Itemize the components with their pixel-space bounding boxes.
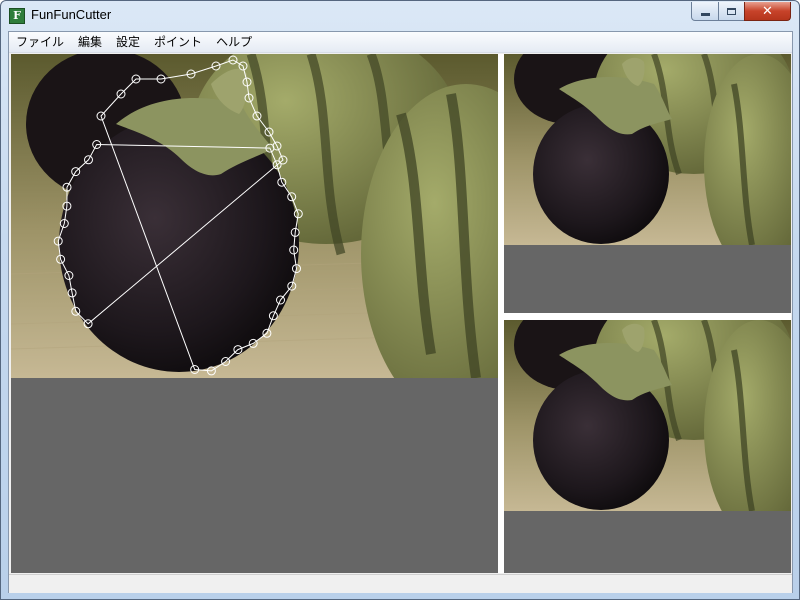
preview-pane-bottom: [504, 320, 791, 573]
minimize-button[interactable]: [691, 2, 719, 21]
preview-photo-top: [504, 54, 791, 245]
menu-edit[interactable]: 編集: [71, 32, 109, 52]
app-icon[interactable]: F: [9, 8, 25, 24]
title-bar[interactable]: F FunFunCutter ✕: [1, 1, 799, 31]
main-canvas[interactable]: [11, 54, 498, 573]
app-window: F FunFunCutter ✕ ファイル 編集 設定 ポイント ヘルプ: [0, 0, 800, 600]
client-area: ファイル 編集 設定 ポイント ヘルプ: [8, 31, 793, 593]
maximize-button[interactable]: [718, 2, 745, 21]
close-icon: ✕: [762, 3, 773, 19]
maximize-icon: [727, 7, 736, 15]
horizontal-splitter[interactable]: [504, 313, 791, 320]
preview-photo-bottom: [504, 320, 791, 511]
menu-point[interactable]: ポイント: [147, 32, 209, 52]
main-photo: [11, 54, 498, 378]
preview-pane-top: [504, 54, 791, 313]
minimize-icon: [700, 12, 710, 16]
status-bar: [9, 574, 792, 593]
window-title: FunFunCutter: [31, 7, 112, 22]
menu-bar: ファイル 編集 設定 ポイント ヘルプ: [9, 32, 792, 53]
close-button[interactable]: ✕: [744, 2, 791, 21]
menu-file[interactable]: ファイル: [9, 32, 71, 52]
menu-settings[interactable]: 設定: [109, 32, 147, 52]
menu-help[interactable]: ヘルプ: [209, 32, 259, 52]
